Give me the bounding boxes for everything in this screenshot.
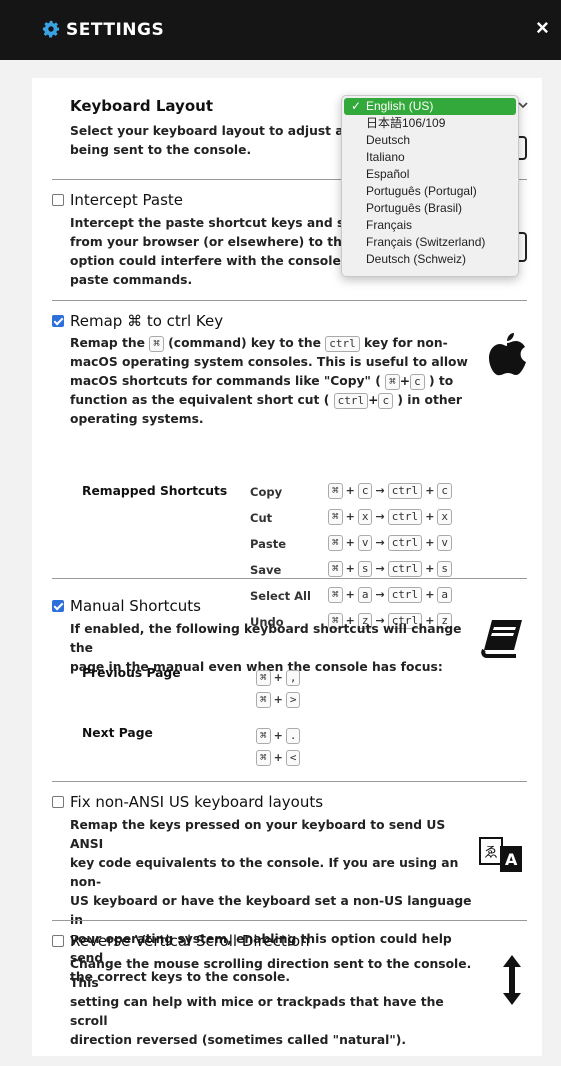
divider — [52, 300, 527, 301]
divider — [52, 781, 527, 782]
remap-checkbox[interactable] — [52, 315, 64, 327]
clipboard-icon — [518, 232, 527, 262]
previous-page-combo-2: ⌘ + > — [256, 692, 301, 708]
dropdown-option[interactable]: Español — [344, 166, 516, 183]
intercept-paste-checkbox[interactable] — [52, 194, 64, 206]
intercept-paste-title[interactable]: Intercept Paste — [52, 190, 183, 210]
svg-text:ゑ: ゑ — [484, 845, 498, 861]
reverse-scroll-title[interactable]: Reverse Vertical Scroll Direction — [52, 931, 310, 951]
manual-shortcuts-checkbox[interactable] — [52, 600, 64, 612]
divider — [52, 920, 527, 921]
dropdown-option[interactable]: 日本語106/109 — [344, 115, 516, 132]
chevron-down-icon[interactable] — [518, 100, 528, 110]
remap-description: Remap the ⌘ (command) key to the ctrl ke… — [70, 336, 468, 426]
gear-icon — [42, 20, 60, 38]
dropdown-option[interactable]: Italiano — [344, 149, 516, 166]
dropdown-option[interactable]: Français — [344, 217, 516, 234]
reverse-scroll-checkbox[interactable] — [52, 935, 64, 947]
intercept-paste-description: Intercept the paste shortcut keys and se… — [70, 216, 364, 287]
title-bar: SETTINGS × — [0, 0, 561, 60]
dropdown-option[interactable]: Deutsch (Schweiz) — [344, 251, 516, 268]
divider — [52, 578, 527, 579]
previous-page-combo-1: ⌘ +, — [256, 670, 301, 686]
next-page-label: Next Page — [82, 726, 153, 740]
dropdown-option[interactable]: Deutsch — [344, 132, 516, 149]
keyboard-layout-title: Keyboard Layout — [70, 97, 213, 115]
dropdown-option[interactable]: Português (Brasil) — [344, 200, 516, 217]
keyboard-icon — [518, 136, 527, 160]
close-button[interactable]: × — [536, 17, 549, 39]
apple-icon — [489, 333, 526, 376]
manual-shortcuts-title[interactable]: Manual Shortcuts — [52, 596, 201, 616]
manual-shortcuts-section: Manual Shortcuts If enabled, the followi… — [52, 596, 527, 766]
translate-icon: ゑ A — [479, 837, 522, 872]
reverse-scroll-description: Change the mouse scrolling direction sen… — [70, 957, 472, 1047]
keyboard-layout-dropdown[interactable]: ✓ English (US) 日本語106/109 Deutsch Italian… — [341, 95, 519, 277]
previous-page-label: Previous Page — [82, 666, 181, 680]
svg-text:A: A — [505, 850, 518, 869]
keyboard-layout-description: Select your keyboard layout to adjust an… — [70, 124, 361, 157]
remap-title[interactable]: Remap ⌘ to ctrl Key — [52, 311, 223, 331]
fix-ansi-checkbox[interactable] — [52, 796, 64, 808]
dropdown-option[interactable]: Português (Portugal) — [344, 183, 516, 200]
book-icon — [481, 620, 522, 658]
remap-section: Remap ⌘ to ctrl Key Remap the ⌘ (command… — [52, 311, 527, 629]
next-page-combo-2: ⌘ + < — [256, 750, 301, 766]
vertical-arrows-icon — [503, 955, 521, 1005]
dropdown-option-selected[interactable]: ✓ English (US) — [344, 98, 516, 115]
reverse-scroll-section: Reverse Vertical Scroll Direction Change… — [52, 931, 527, 1047]
next-page-combo-1: ⌘ +. — [256, 728, 301, 744]
fix-ansi-title[interactable]: Fix non-ANSI US keyboard layouts — [52, 792, 323, 812]
window-title: SETTINGS — [66, 20, 165, 40]
dropdown-option[interactable]: Français (Switzerland) — [344, 234, 516, 251]
fix-ansi-section: Fix non-ANSI US keyboard layouts Remap t… — [52, 792, 527, 984]
remapped-shortcuts-label: Remapped Shortcuts — [82, 484, 228, 498]
